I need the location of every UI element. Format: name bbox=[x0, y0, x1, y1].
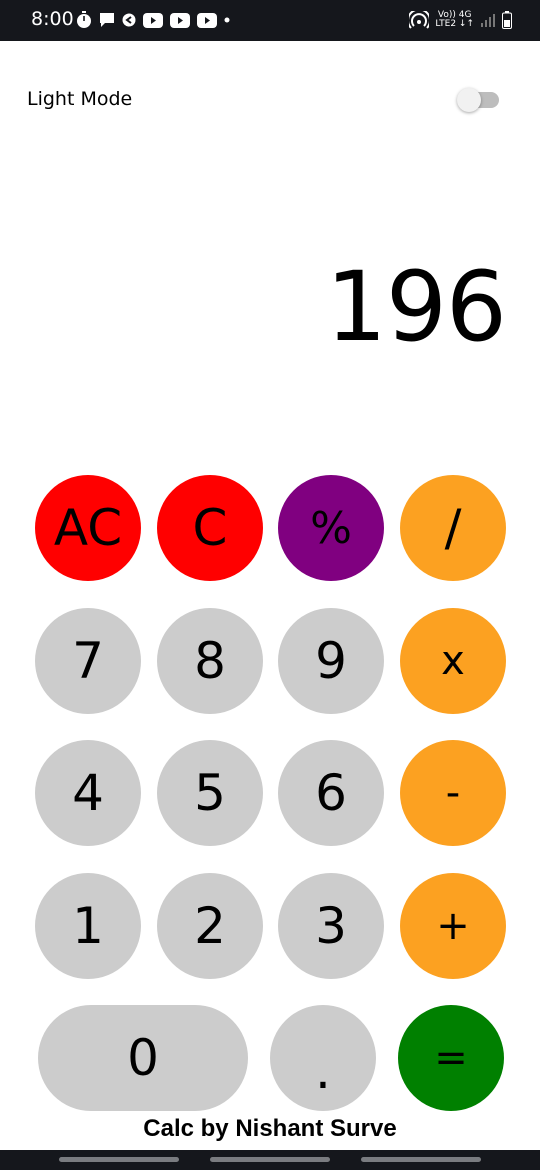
notification-icons bbox=[76, 10, 230, 30]
status-time: 8:00 bbox=[31, 8, 74, 30]
status-bar: 8:00 Vo)) 4G LTE2 ↓↑ bbox=[0, 0, 540, 41]
network-label: Vo)) 4G LTE2 ↓↑ bbox=[435, 11, 474, 29]
youtube-icon bbox=[197, 12, 217, 28]
system-icons: Vo)) 4G LTE2 ↓↑ bbox=[409, 9, 512, 31]
dot-icon bbox=[224, 17, 230, 23]
chat-icon bbox=[99, 12, 115, 28]
digit-9-button[interactable]: 9 bbox=[278, 608, 384, 714]
signal-icon bbox=[480, 12, 496, 28]
back-handle[interactable] bbox=[361, 1157, 481, 1162]
percent-button[interactable]: % bbox=[278, 475, 384, 581]
digit-0-button[interactable]: 0 bbox=[38, 1005, 248, 1111]
digit-1-button[interactable]: 1 bbox=[35, 873, 141, 979]
multiply-button[interactable]: x bbox=[400, 608, 506, 714]
battery-icon bbox=[502, 11, 512, 29]
network-bottom-label: LTE2 ↓↑ bbox=[435, 19, 474, 29]
digit-7-button[interactable]: 7 bbox=[35, 608, 141, 714]
divide-button[interactable]: / bbox=[400, 475, 506, 581]
digit-2-button[interactable]: 2 bbox=[157, 873, 263, 979]
digit-3-button[interactable]: 3 bbox=[278, 873, 384, 979]
digit-4-button[interactable]: 4 bbox=[35, 740, 141, 846]
equals-button[interactable]: = bbox=[398, 1005, 504, 1111]
light-mode-label: Light Mode bbox=[27, 88, 133, 110]
digit-6-button[interactable]: 6 bbox=[278, 740, 384, 846]
digit-8-button[interactable]: 8 bbox=[157, 608, 263, 714]
recent-apps-handle[interactable] bbox=[59, 1157, 179, 1162]
app-icon bbox=[122, 12, 136, 28]
navigation-bar bbox=[0, 1150, 540, 1170]
clear-button[interactable]: C bbox=[157, 475, 263, 581]
timer-icon bbox=[76, 11, 92, 29]
mode-row: Light Mode bbox=[27, 88, 513, 114]
subtract-button[interactable]: - bbox=[400, 740, 506, 846]
youtube-icon bbox=[143, 12, 163, 28]
toggle-thumb bbox=[457, 88, 481, 112]
all-clear-button[interactable]: AC bbox=[35, 475, 141, 581]
result-display: 196 bbox=[325, 251, 507, 363]
digit-5-button[interactable]: 5 bbox=[157, 740, 263, 846]
footer-credit: Calc by Nishant Surve bbox=[143, 1115, 397, 1142]
hotspot-icon bbox=[409, 11, 430, 29]
light-mode-toggle[interactable] bbox=[457, 88, 501, 112]
add-button[interactable]: + bbox=[400, 873, 506, 979]
youtube-icon bbox=[170, 12, 190, 28]
decimal-button[interactable]: . bbox=[270, 1005, 376, 1111]
home-handle[interactable] bbox=[210, 1157, 330, 1162]
